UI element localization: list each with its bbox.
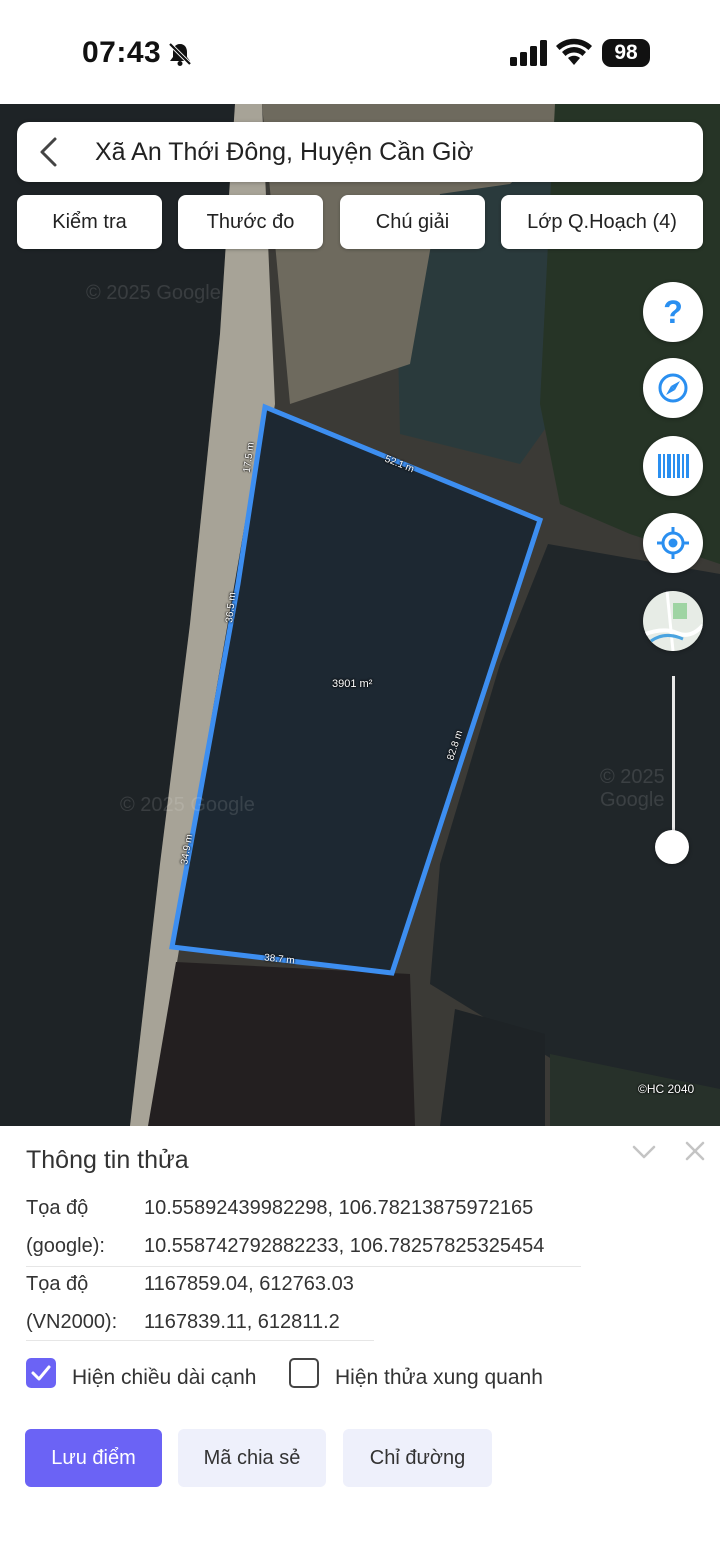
close-icon[interactable]	[684, 1140, 706, 1162]
map-type-button[interactable]	[643, 591, 703, 651]
panel-title: Thông tin thửa	[26, 1146, 189, 1174]
google-coord-value: 10.558742792882233, 106.78257825325454	[144, 1235, 545, 1257]
parcel-boundary	[169, 403, 544, 976]
barcode-icon	[658, 454, 689, 478]
location-title: Xã An Thới Đông, Huyện Cần Giờ	[95, 138, 474, 166]
my-location-button[interactable]	[643, 513, 703, 573]
compass-button[interactable]	[643, 358, 703, 418]
google-coord-label: Tọa độ	[26, 1197, 89, 1219]
check-button[interactable]: Kiểm tra	[17, 195, 162, 249]
zoom-slider-handle[interactable]	[655, 830, 689, 864]
checkmark-icon	[31, 1365, 51, 1381]
map-watermark: © 2025 Google	[600, 766, 665, 811]
zoom-slider-track[interactable]	[672, 676, 675, 848]
directions-button[interactable]: Chỉ đường	[343, 1429, 492, 1487]
google-coord-label-suffix: (google):	[26, 1235, 105, 1257]
svg-text:?: ?	[663, 294, 683, 330]
show-edge-length-checkbox[interactable]	[26, 1358, 56, 1388]
map-copyright: ©HC 2040	[638, 1082, 695, 1096]
parcel-area-label: 3901 m²	[332, 678, 373, 690]
status-time: 07:43	[82, 36, 162, 69]
save-point-button[interactable]: Lưu điểm	[25, 1429, 162, 1487]
back-arrow-icon[interactable]	[37, 136, 59, 168]
location-search-bar[interactable]: Xã An Thới Đông, Huyện Cần Giờ	[17, 122, 703, 182]
vn2000-coord-value: 1167839.11, 612811.2	[144, 1311, 340, 1333]
vn2000-coord-value: 1167859.04, 612763.03	[144, 1273, 354, 1295]
signal-icon	[510, 40, 547, 66]
show-neighbor-parcels-label[interactable]: Hiện thửa xung quanh	[335, 1366, 543, 1390]
vn2000-coord-label-suffix: (VN2000):	[26, 1311, 118, 1333]
divider	[26, 1340, 374, 1341]
map-watermark: © 2025 Google	[120, 794, 255, 816]
compass-icon	[658, 373, 688, 403]
bell-muted-icon	[168, 42, 192, 66]
parcel-overlay	[169, 403, 544, 976]
google-coord-value: 10.55892439982298, 106.78213875972165	[144, 1197, 534, 1219]
parcel-info-panel: Thông tin thửa Tọa độ (google): 10.55892…	[0, 1126, 720, 1564]
chevron-down-icon[interactable]	[632, 1142, 656, 1162]
vn2000-coord-label: Tọa độ	[26, 1273, 89, 1295]
show-edge-length-label[interactable]: Hiện chiều dài cạnh	[72, 1366, 256, 1390]
wifi-icon	[556, 38, 592, 65]
battery-level: 98	[614, 41, 638, 64]
planning-layers-button[interactable]: Lớp Q.Hoạch (4)	[501, 195, 703, 249]
question-mark-icon: ?	[663, 294, 683, 330]
divider	[26, 1266, 581, 1267]
locate-icon	[657, 527, 689, 559]
map-watermark: © 2025 Google	[86, 282, 221, 304]
satellite-map[interactable]: © 2025 Google © 2025 Google © 2025 Googl…	[0, 104, 720, 1126]
map-thumbnail-icon	[643, 591, 703, 651]
help-button[interactable]: ?	[643, 282, 703, 342]
share-code-button[interactable]: Mã chia sẻ	[178, 1429, 326, 1487]
ruler-button[interactable]: Thước đo	[178, 195, 323, 249]
battery-icon: 98	[602, 39, 650, 67]
barcode-scan-button[interactable]	[643, 436, 703, 496]
show-neighbor-parcels-checkbox[interactable]	[289, 1358, 319, 1388]
legend-button[interactable]: Chú giải	[340, 195, 485, 249]
status-bar: 07:43 98	[0, 0, 720, 104]
